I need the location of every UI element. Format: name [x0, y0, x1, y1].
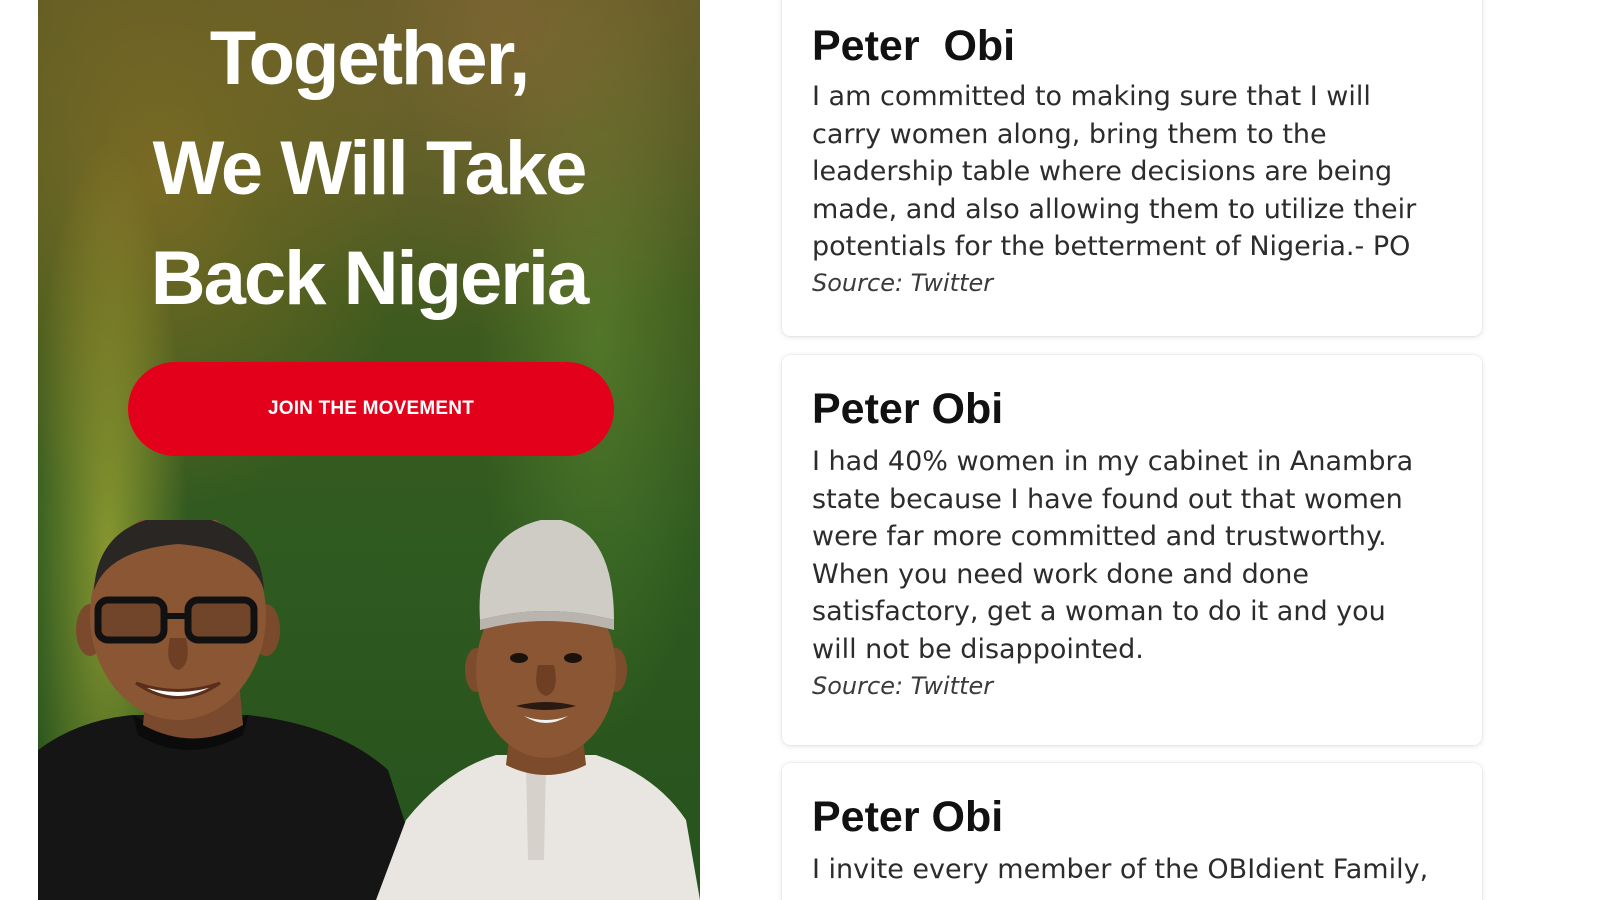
quote-author: Peter Obi: [812, 793, 1004, 841]
candidate-photo-right: [376, 520, 700, 900]
headline-line: Back Nigeria: [150, 236, 589, 321]
quote-card: Peter Obi I invite every member of the O…: [782, 763, 1482, 900]
campaign-banner: Together, We Will Take Back Nigeria JOIN…: [38, 0, 700, 900]
join-the-movement-button[interactable]: JOIN THE MOVEMENT: [128, 362, 614, 456]
quote-author: Peter Obi: [812, 22, 1016, 70]
headline-line: Together,: [209, 16, 530, 101]
quote-source: Source: Twitter: [812, 671, 994, 700]
quote-text: I invite every member of the OBIdient Fa…: [812, 854, 1429, 885]
quote-text: I had 40% women in my cabinet in Anambra…: [812, 446, 1414, 665]
quote-author: Peter Obi: [812, 385, 1004, 433]
quote-card: Peter Obi I had 40% women in my cabinet …: [782, 355, 1482, 745]
quote-text: I am committed to making sure that I wil…: [812, 81, 1417, 263]
quote-source: Source: Twitter: [812, 268, 994, 297]
headline-line: We Will Take: [152, 126, 588, 211]
quote-card: Peter Obi I am committed to making sure …: [782, 0, 1482, 336]
page: Together, We Will Take Back Nigeria JOIN…: [0, 0, 1600, 900]
banner-headline: Together, We Will Take Back Nigeria: [38, 4, 700, 334]
